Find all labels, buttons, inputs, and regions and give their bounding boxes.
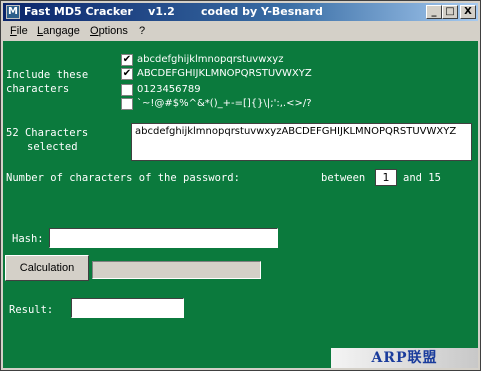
and-max-label: and 15 [403, 172, 441, 184]
checkbox-uppercase-box[interactable]: ✔ [121, 68, 133, 80]
title-bar[interactable]: M Fast MD5 Cracker v1.2 coded by Y-Besna… [3, 3, 478, 21]
charset-display[interactable]: abcdefghijklmnopqrstuvwxyzABCDEFGHIJKLMN… [131, 123, 472, 161]
checkbox-lowercase-label: abcdefghijklmnopqrstuvwxyz [137, 54, 284, 65]
checkbox-uppercase-label: ABCDEFGHIJKLMNOPQRSTUVWXYZ [137, 68, 312, 79]
hash-input[interactable] [49, 228, 278, 248]
char-count-label: 52 Characters [6, 127, 89, 139]
menu-bar: File Langage Options ? [3, 22, 478, 41]
window-title: Fast MD5 Cracker v1.2 [24, 5, 175, 18]
checkbox-digits-box[interactable] [121, 84, 133, 96]
checkbox-symbols-label: `~!@#$%^&*()_+-=[]{}\|;':,.<>/? [137, 98, 312, 109]
menu-options[interactable]: Options [90, 25, 128, 37]
char-count-label-line2: selected [27, 141, 78, 153]
result-field[interactable] [71, 298, 184, 318]
include-label: Include these [6, 69, 89, 81]
between-label: between [321, 172, 366, 184]
main-panel: Include these characters ✔ abcdefghijklm… [3, 41, 478, 368]
menu-file[interactable]: File [10, 25, 28, 37]
checkbox-lowercase-box[interactable]: ✔ [121, 54, 133, 66]
checkbox-symbols-box[interactable] [121, 98, 133, 110]
window-byline: coded by Y-Besnard [201, 5, 323, 18]
calculation-button[interactable]: Calculation [5, 255, 89, 281]
length-label: Number of characters of the password: [6, 172, 240, 184]
minimize-button[interactable]: _ [426, 5, 442, 19]
hash-label: Hash: [12, 233, 44, 245]
app-icon: M [6, 5, 20, 19]
progress-bar [92, 261, 261, 279]
menu-help[interactable]: ? [139, 25, 145, 37]
close-button[interactable]: X [460, 5, 476, 19]
checkbox-digits-label: 0123456789 [137, 84, 201, 95]
watermark-logo: ARP联盟 [331, 348, 478, 368]
menu-language[interactable]: Langage [37, 25, 80, 37]
app-window: M Fast MD5 Cracker v1.2 coded by Y-Besna… [0, 0, 481, 371]
include-label-line2: characters [6, 83, 70, 95]
maximize-button[interactable]: □ [442, 5, 458, 19]
min-length-input[interactable]: 1 [375, 169, 397, 186]
result-label: Result: [9, 304, 54, 316]
